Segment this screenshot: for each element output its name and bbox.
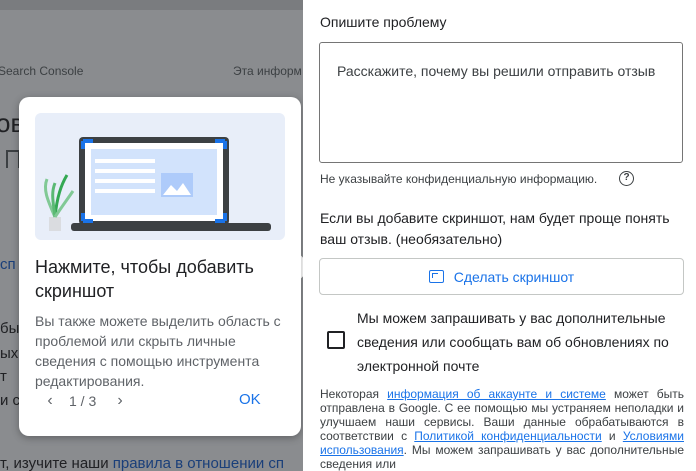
privacy-policy-link[interactable]: Политикой конфиденциальности [414,429,601,443]
background-link-fragment: сп [0,256,16,273]
policy-link: правила в отношении сп [112,455,285,471]
bookmark-icon [6,150,20,168]
chevron-right-icon[interactable]: › [108,389,132,413]
take-screenshot-label: Сделать скриншот [453,268,575,285]
tooltip-body: Вы также можете выделить область с пробл… [35,313,281,389]
breadcrumb-right: Эта информ [233,64,302,78]
breadcrumb-left: Search Console [0,64,84,78]
tooltip-title: Нажмите, чтобы добавить скриншот [35,257,254,301]
background-text-fragment: т [0,368,7,385]
account-info-link[interactable]: информация об аккаунте и системе [387,387,606,401]
screenshot-icon [428,270,444,283]
email-consent-checkbox[interactable] [327,331,345,349]
screenshot-description: Если вы добавите скриншот, нам будет про… [320,210,670,247]
privacy-hint: Не указывайте конфиденциальную информаци… [320,172,598,186]
tooltip-page-counter: 1 / 3 [69,393,97,409]
take-screenshot-button[interactable]: Сделать скриншот [319,258,684,295]
feedback-textarea[interactable]: Расскажите, почему вы решили отправить о… [319,42,683,163]
feedback-panel: Опишите проблему Расскажите, почему вы р… [303,0,696,471]
email-consent-label[interactable]: Мы можем запрашивать у вас дополнительны… [357,306,687,378]
onboarding-tooltip: Нажмите, чтобы добавить скриншот Вы такж… [19,97,301,436]
background-topbar [0,0,310,10]
ok-button[interactable]: OK [239,391,261,408]
screenshot-illustration [35,113,285,240]
legal-notice: Некоторая информация об аккаунте и систе… [320,387,684,471]
describe-problem-label: Опишите проблему [320,14,447,30]
help-icon[interactable]: ? [619,171,634,186]
background-text-fragment: бы [0,320,20,337]
background-bottom-text: т, изучите наши правила в отношении сп [0,455,285,471]
chevron-left-icon[interactable]: ‹ [38,389,62,413]
background-text-fragment: и с [0,392,21,409]
